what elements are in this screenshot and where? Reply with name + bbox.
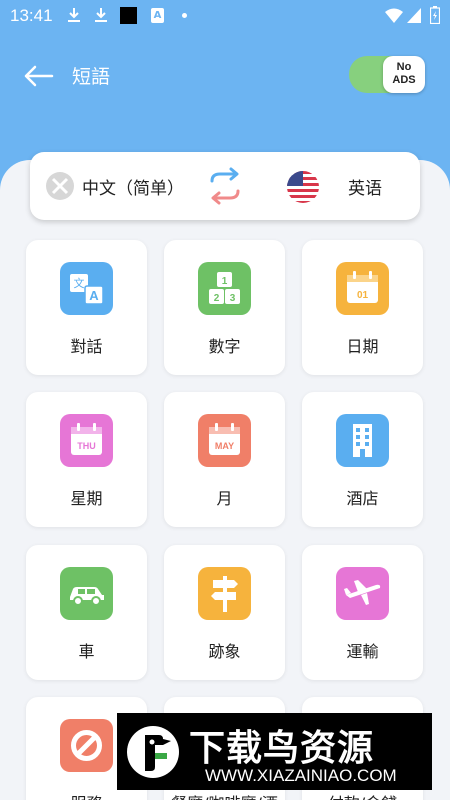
more-notifications-dot-icon xyxy=(182,13,187,18)
swap-languages-icon[interactable] xyxy=(206,166,244,206)
svg-text:1: 1 xyxy=(222,276,228,287)
category-tile-signs[interactable]: 跡象 xyxy=(164,545,285,680)
category-tile-numbers[interactable]: 1 2 3 數字 xyxy=(164,240,285,375)
translate-icon: 文 A xyxy=(60,262,113,315)
back-arrow-icon[interactable] xyxy=(22,62,54,90)
no-ads-toggle[interactable]: No ADS xyxy=(349,56,425,93)
hotel-icon xyxy=(336,414,389,467)
category-tile-car[interactable]: 車 xyxy=(26,545,147,680)
svg-text:文: 文 xyxy=(74,276,85,290)
calendar-icon: 01 xyxy=(336,262,389,315)
category-label: 酒店 xyxy=(346,489,379,508)
category-label: 月 xyxy=(216,489,233,508)
category-label: 付款/金錢 xyxy=(302,790,423,800)
category-label: 對話 xyxy=(70,337,103,356)
target-language[interactable]: 英语 xyxy=(348,174,382,199)
category-label: 餐廳/咖啡廳/酒 xyxy=(164,790,285,800)
download-icon xyxy=(95,8,107,22)
bird-logo-icon xyxy=(127,726,179,778)
category-label: 服務 xyxy=(26,790,147,800)
source-language[interactable]: 中文（简单） xyxy=(82,174,184,199)
page-title: 短語 xyxy=(72,66,111,88)
watermark-title: 下载鸟资源 xyxy=(189,728,375,769)
no-ads-label-line2: ADS xyxy=(392,74,416,86)
svg-text:2: 2 xyxy=(214,293,220,304)
month-calendar-icon: MAY xyxy=(198,414,251,467)
battery-icon xyxy=(430,6,440,24)
a-notification-icon: A xyxy=(151,8,164,23)
svg-text:3: 3 xyxy=(230,293,236,304)
month-icon-text: MAY xyxy=(215,441,234,451)
service-icon xyxy=(60,719,113,772)
calendar-icon-text: 01 xyxy=(357,290,369,301)
category-tile-dates[interactable]: 01 日期 xyxy=(302,240,423,375)
car-icon xyxy=(60,567,113,620)
no-ads-label-line1: No xyxy=(396,61,412,73)
category-label: 數字 xyxy=(208,337,241,356)
cellular-signal-icon xyxy=(407,8,421,23)
watermark-banner: 下载鸟资源 WWW.XIAZAINIAO.COM xyxy=(117,713,432,790)
watermark-url: WWW.XIAZAINIAO.COM xyxy=(205,766,397,785)
category-tile-transport[interactable]: 運輸 xyxy=(302,545,423,680)
category-tile-hotel[interactable]: 酒店 xyxy=(302,392,423,527)
category-tile-months[interactable]: MAY 月 xyxy=(164,392,285,527)
weekday-calendar-icon: THU xyxy=(60,414,113,467)
category-label: 星期 xyxy=(70,489,103,508)
us-flag-icon[interactable] xyxy=(287,171,319,203)
language-selector: 中文（简单） 英语 xyxy=(30,152,420,220)
airplane-icon xyxy=(336,567,389,620)
source-language-icon[interactable] xyxy=(45,171,75,201)
status-time: 13:41 xyxy=(10,6,53,25)
category-label: 日期 xyxy=(346,337,379,356)
signpost-icon xyxy=(198,567,251,620)
category-label: 運輸 xyxy=(346,642,379,661)
category-tile-weekdays[interactable]: THU 星期 xyxy=(26,392,147,527)
category-label: 跡象 xyxy=(208,642,241,661)
category-tile-dialogue[interactable]: 文 A 對話 xyxy=(26,240,147,375)
wifi-icon xyxy=(385,8,403,23)
category-label: 車 xyxy=(78,642,95,661)
status-bar: 13:41 A xyxy=(0,0,450,32)
svg-text:A: A xyxy=(89,288,99,303)
notification-icon xyxy=(120,7,137,24)
weekday-icon-text: THU xyxy=(77,441,96,451)
download-icon xyxy=(68,8,80,22)
number-blocks-icon: 1 2 3 xyxy=(198,262,251,315)
no-ads-knob: No ADS xyxy=(383,56,425,93)
